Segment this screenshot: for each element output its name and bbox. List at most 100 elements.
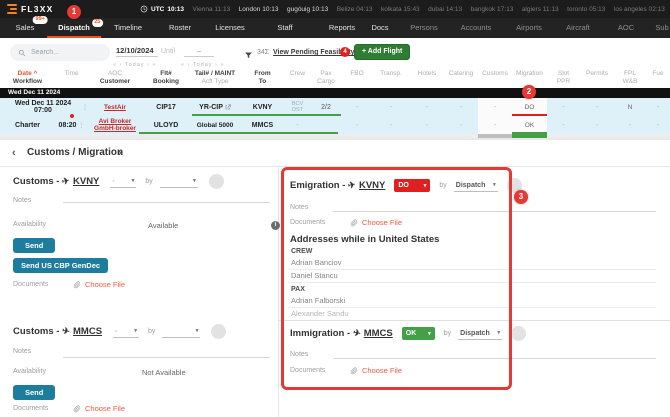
emigration-assignee-select[interactable]: Dispatch▾ [454, 179, 498, 192]
col-permits[interactable]: Permits [580, 68, 614, 88]
fbo-cell[interactable]: - [342, 98, 372, 116]
workflow-type[interactable]: Charter [0, 116, 55, 134]
choose-file-link[interactable]: Choose File [362, 366, 402, 375]
choose-file-link[interactable]: Choose File [85, 280, 125, 289]
documents-label: Documents [290, 367, 346, 374]
fpl-cell[interactable]: N [614, 98, 646, 116]
transp-cell[interactable]: - [372, 98, 410, 116]
documents-label: Documents [13, 405, 69, 412]
row-menu-icon[interactable]: ⋮ [78, 122, 84, 129]
nav-persons[interactable]: Persons [410, 18, 438, 38]
airport-link-kvny[interactable]: KVNY [73, 176, 99, 187]
col-date-workflow[interactable]: Date ^Workflow [0, 68, 55, 88]
nav-airports[interactable]: Airports [516, 18, 542, 38]
crew-initials[interactable]: BCVDST [292, 101, 303, 113]
customs-kvny-assignee-select[interactable]: ▾ [160, 175, 198, 188]
col-pax-cargo[interactable]: PaxCargo [310, 68, 342, 88]
nav-reports[interactable]: Reports [329, 18, 355, 38]
choose-file-link[interactable]: Choose File [362, 218, 402, 227]
customs-migration-panel: ‹ Customs / Migration › Customs - ✈ KVNY… [0, 138, 670, 417]
customs-kvny-status-select[interactable]: -▾ [110, 175, 136, 188]
airport-link-kvny[interactable]: KVNY [359, 180, 385, 191]
fuel-cell[interactable]: - [646, 116, 670, 134]
plane-landing-icon: ✈ [61, 325, 71, 337]
choose-file-link[interactable]: Choose File [85, 404, 125, 413]
permits-cell[interactable]: - [580, 116, 614, 134]
notes-input[interactable] [63, 350, 270, 358]
slot-cell[interactable]: - [547, 98, 580, 116]
customer-link[interactable]: Avi Broker GmbH-broker [88, 118, 142, 132]
permits-cell[interactable]: - [580, 98, 614, 116]
hotels-cell[interactable]: - [410, 116, 444, 134]
nav-roster[interactable]: Roster [169, 18, 191, 38]
aoc-link[interactable]: TestAir [104, 104, 126, 111]
catering-cell[interactable]: - [444, 116, 478, 134]
notes-input[interactable] [333, 351, 656, 359]
col-fpl-wb[interactable]: FPLW&B [614, 68, 646, 88]
col-from-to[interactable]: FromTo [240, 68, 285, 88]
col-fbo[interactable]: FBO [342, 68, 372, 88]
search-input[interactable] [31, 49, 101, 56]
hotels-cell[interactable]: - [410, 98, 444, 116]
date-to-field[interactable]: – [184, 46, 214, 57]
add-flight-button[interactable]: + Add Flight [354, 44, 410, 60]
nav-timeline[interactable]: Timeline [114, 18, 142, 38]
notes-input[interactable] [63, 193, 270, 203]
col-transp[interactable]: Transp. [372, 68, 410, 88]
nav-docs[interactable]: Docs [371, 18, 388, 38]
date-from-field[interactable]: 12/10/2024 [116, 46, 158, 57]
col-crew[interactable]: Crew [285, 68, 310, 88]
immigration-assignee-select[interactable]: Dispatch▾ [458, 327, 502, 340]
availability-value: Available [148, 221, 178, 230]
notes-input[interactable] [333, 204, 656, 212]
col-tail-type[interactable]: Tail# / MAINTAcft Type [190, 68, 240, 88]
fl3xx-logo[interactable]: FL3XX [7, 4, 53, 14]
col-customs[interactable]: Customs [478, 68, 512, 88]
col-time[interactable]: Time [55, 68, 88, 88]
col-slot-ppr[interactable]: SlotPPR [547, 68, 580, 88]
flight-number[interactable]: CIP17 [142, 98, 190, 116]
slot-cell[interactable]: - [547, 116, 580, 134]
send-button[interactable]: Send [13, 385, 55, 400]
emigration-status-select[interactable]: DO▾ [394, 179, 430, 192]
col-fuel[interactable]: Fue [646, 68, 670, 88]
airport-link-mmcs[interactable]: MMCS [73, 326, 102, 337]
tail-number[interactable]: YR-CIP [199, 104, 223, 111]
nav-aircraft[interactable]: Aircraft [566, 18, 590, 38]
col-aoc-customer[interactable]: AOCCustomer [88, 68, 142, 88]
airport-link-mmcs[interactable]: MMCS [364, 328, 393, 339]
nav-dispatch[interactable]: Dispatch25 [58, 18, 90, 38]
nav-licenses[interactable]: Licenses [215, 18, 245, 38]
immigration-divider [279, 320, 670, 321]
fuel-cell[interactable]: - [646, 98, 670, 116]
annotation-step-1: 1 [67, 5, 81, 19]
clock-city: algiers 11:13 [522, 6, 559, 13]
filter-icon[interactable] [244, 47, 253, 65]
send-us-cbp-gendec-button[interactable]: Send US CBP GenDec [13, 258, 108, 273]
send-button[interactable]: Send [13, 238, 55, 253]
col-catering[interactable]: Catering [444, 68, 478, 88]
prev-service-chevron[interactable]: ‹ [12, 147, 16, 159]
fbo-cell[interactable]: - [342, 116, 372, 134]
customs-cell[interactable]: - [478, 116, 512, 134]
nav-staff[interactable]: Staff [277, 18, 292, 38]
nav-accounts[interactable]: Accounts [461, 18, 492, 38]
nav-sales[interactable]: Sales99+ [16, 18, 35, 38]
customs-mmcs-assignee-select[interactable]: ▾ [162, 325, 200, 338]
col-flt-booking[interactable]: Flt#Booking [142, 68, 190, 88]
external-link-icon[interactable] [225, 104, 231, 110]
transp-cell[interactable]: - [372, 116, 410, 134]
customs-cell[interactable]: - [478, 98, 512, 116]
availability-label: Availability [13, 221, 46, 228]
customs-mmcs-status-select[interactable]: -▾ [113, 325, 139, 338]
next-service-chevron[interactable]: › [118, 147, 122, 159]
search-box[interactable] [10, 44, 110, 61]
fpl-cell[interactable]: - [614, 116, 646, 134]
migration-do-status-bar [512, 114, 547, 117]
immigration-status-select[interactable]: OK▾ [402, 327, 435, 340]
info-icon[interactable]: i [271, 221, 280, 230]
nav-sub[interactable]: Sub [655, 18, 668, 38]
nav-aoc[interactable]: AOC [618, 18, 634, 38]
catering-cell[interactable]: - [444, 98, 478, 116]
col-hotels[interactable]: Hotels [410, 68, 444, 88]
